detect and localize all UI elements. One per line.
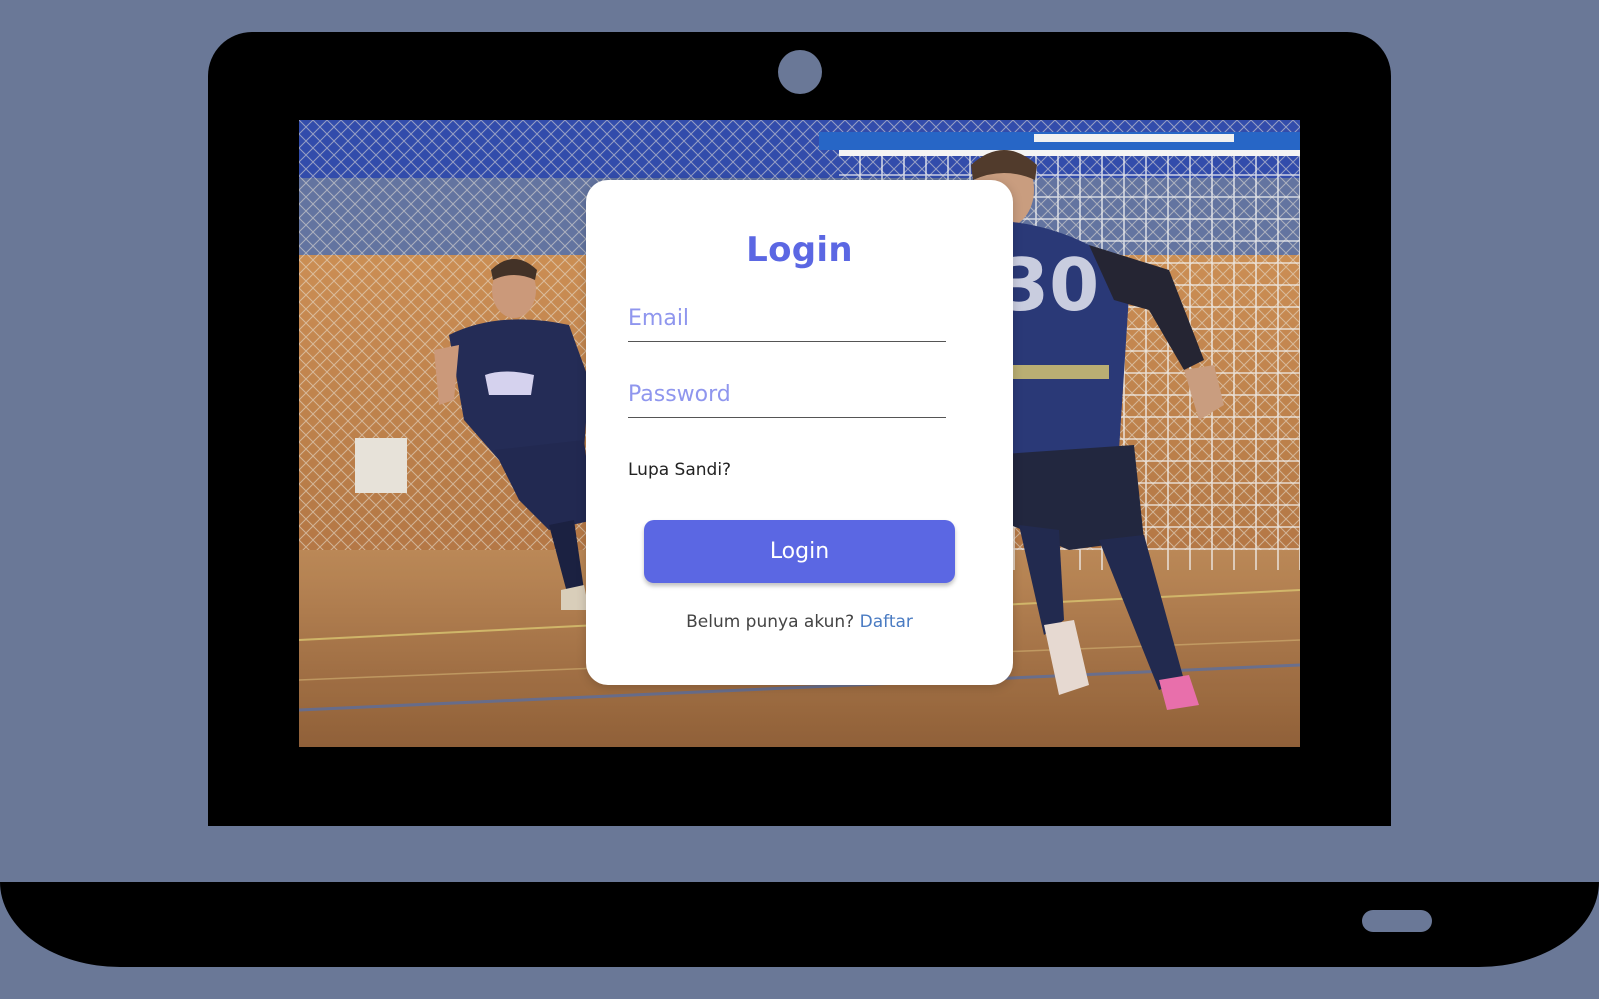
signup-link[interactable]: Daftar — [860, 612, 913, 632]
laptop-base — [0, 882, 1599, 967]
forgot-password-link[interactable]: Lupa Sandi? — [628, 460, 731, 480]
password-input[interactable] — [628, 382, 946, 418]
login-button[interactable]: Login — [644, 520, 955, 583]
email-input[interactable] — [628, 306, 946, 342]
signup-prompt: Belum punya akun? — [686, 612, 860, 632]
webcam-icon — [778, 50, 822, 94]
trackpad-slot — [1362, 910, 1432, 932]
login-title: Login — [746, 230, 853, 270]
signup-row: Belum punya akun? Daftar — [586, 612, 1013, 632]
laptop-screen: 30 Login Lupa Sandi? Login Belum punya a… — [299, 120, 1300, 747]
login-card: Login Lupa Sandi? Login Belum punya akun… — [586, 180, 1013, 685]
